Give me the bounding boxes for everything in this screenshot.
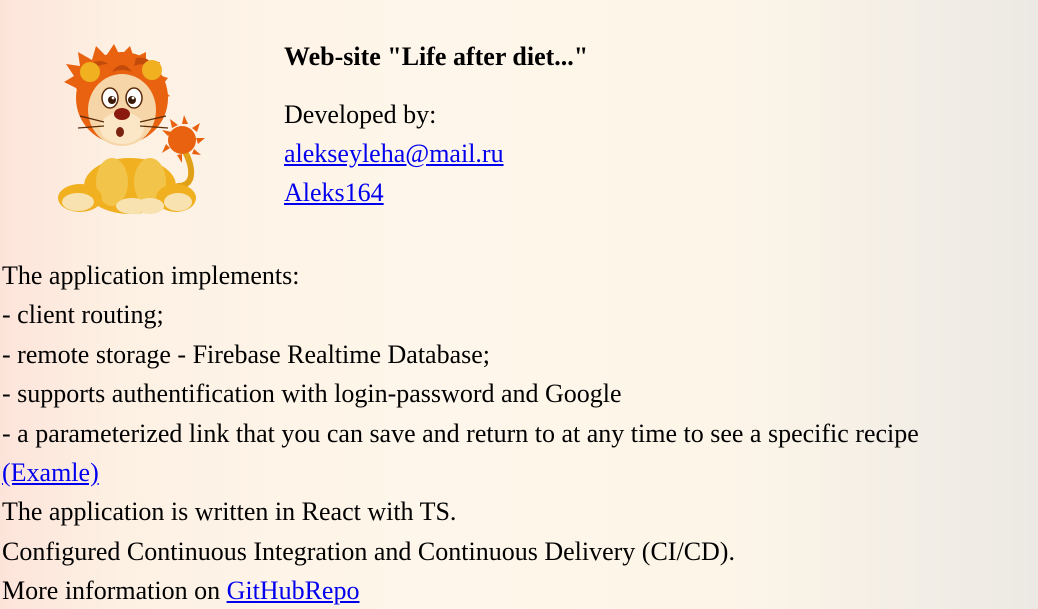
description-block: The application implements: - client rou… (2, 256, 919, 609)
email-link[interactable]: alekseyleha@mail.ru (284, 139, 504, 168)
ci-cd-text: Configured Continuous Integration and Co… (2, 536, 735, 566)
feature-item: - supports authentification with login-p… (2, 379, 622, 409)
more-info-line: More information on GitHubRepo (2, 571, 919, 609)
lion-cub-mascot-icon (50, 36, 210, 218)
github-repo-link[interactable]: GitHubRepo (227, 576, 360, 605)
features-intro: The application implements: (2, 261, 300, 290)
feature-item: - remote storage - Firebase Realtime Dat… (2, 339, 491, 369)
feature-item: - client routing; (2, 300, 164, 330)
feature-item: - a parameterized link that you can save… (2, 418, 919, 448)
developed-by-label: Developed by: (284, 100, 437, 129)
more-info-prefix: More information on (2, 576, 227, 606)
page-title: Web-site "Life after diet..." (284, 42, 589, 71)
profile-link[interactable]: Aleks164 (284, 178, 384, 207)
example-link[interactable]: (Examle) (2, 458, 99, 487)
header-block: Web-site "Life after diet..." Developed … (284, 40, 588, 212)
tech-stack-text: The application is written in React with… (2, 497, 457, 527)
